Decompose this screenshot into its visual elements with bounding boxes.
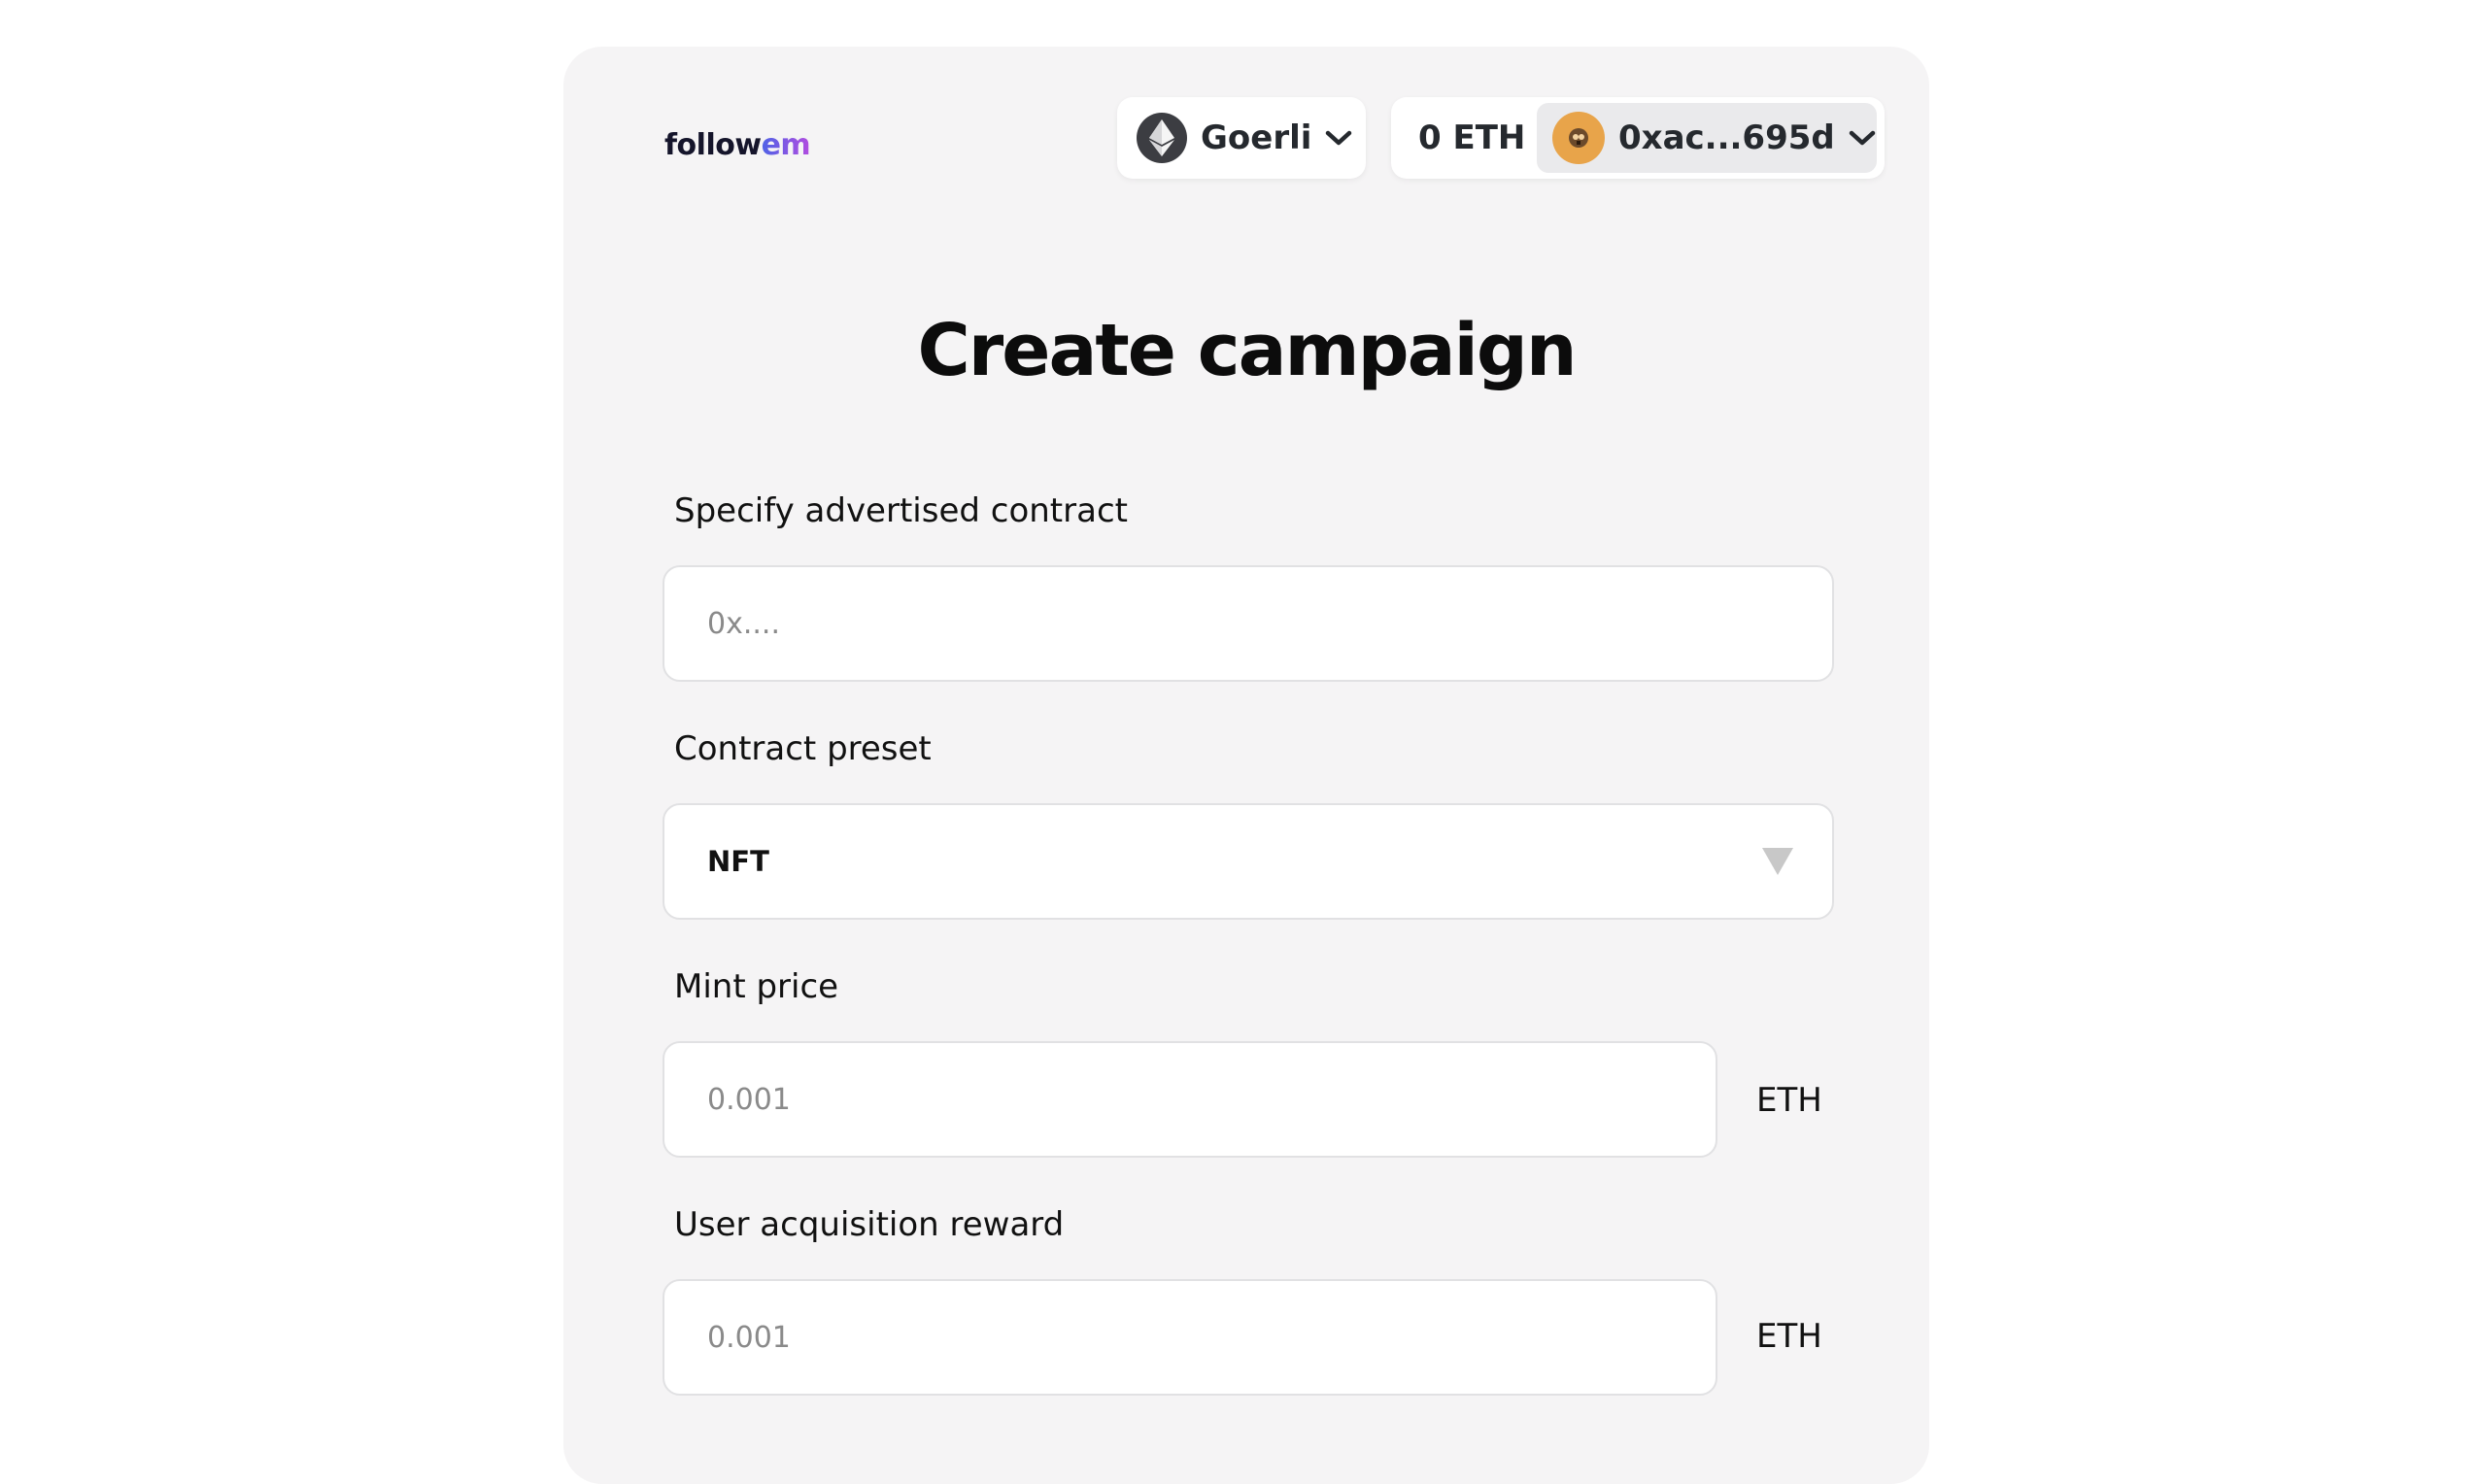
contract-label: Specify advertised contract bbox=[674, 491, 1128, 530]
chevron-down-icon bbox=[1325, 129, 1352, 147]
account-address-button[interactable]: 0xac...695d bbox=[1537, 103, 1877, 173]
network-switcher-button[interactable]: Goerli bbox=[1117, 97, 1366, 179]
preset-label: Contract preset bbox=[674, 729, 932, 768]
eth-balance: 0 ETH bbox=[1418, 118, 1526, 157]
logo-text-primary: follow bbox=[664, 128, 762, 162]
network-name: Goerli bbox=[1201, 118, 1312, 157]
contract-preset-select[interactable]: NFT bbox=[663, 803, 1834, 920]
dropdown-triangle-icon bbox=[1762, 848, 1793, 875]
avatar-emoji-icon bbox=[1569, 128, 1588, 148]
preset-selected-value: NFT bbox=[707, 845, 769, 878]
mint-price-unit: ETH bbox=[1756, 1081, 1822, 1120]
chevron-down-icon bbox=[1849, 129, 1876, 147]
ethereum-icon bbox=[1137, 113, 1187, 163]
contract-address-input[interactable] bbox=[663, 565, 1834, 682]
reward-unit: ETH bbox=[1756, 1317, 1822, 1356]
mint-price-input[interactable] bbox=[663, 1041, 1717, 1158]
create-campaign-card: followem Goerli 0 ETH 0xac...695d Create… bbox=[563, 47, 1929, 1484]
followem-logo[interactable]: followem bbox=[664, 128, 811, 162]
acquisition-reward-input[interactable] bbox=[663, 1279, 1717, 1396]
avatar bbox=[1552, 112, 1605, 164]
account-button[interactable]: 0 ETH 0xac...695d bbox=[1391, 97, 1885, 179]
logo-text-accent: em bbox=[761, 128, 811, 162]
reward-label: User acquisition reward bbox=[674, 1205, 1065, 1244]
account-address: 0xac...695d bbox=[1618, 118, 1835, 157]
page-title: Create campaign bbox=[917, 309, 1577, 392]
mint-price-label: Mint price bbox=[674, 967, 839, 1006]
